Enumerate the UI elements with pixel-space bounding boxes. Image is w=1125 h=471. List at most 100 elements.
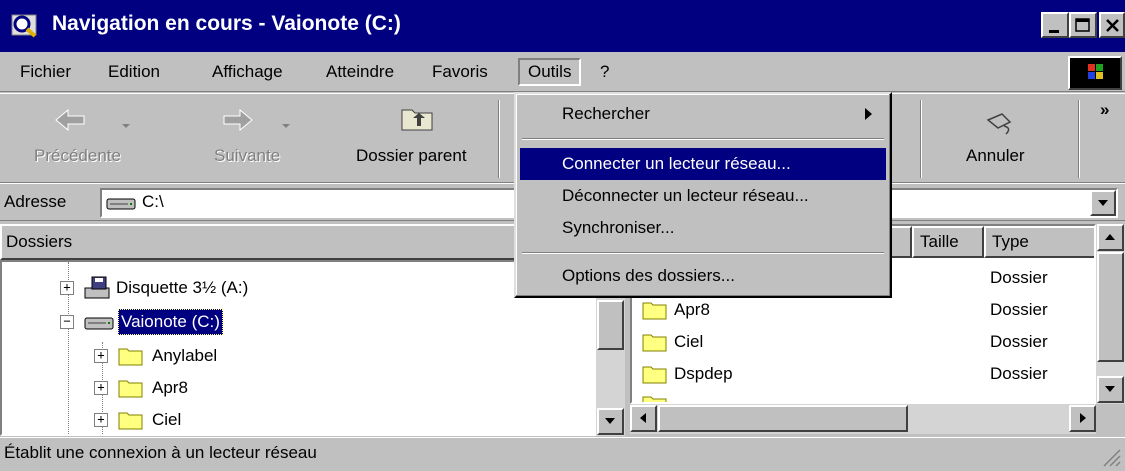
folder-icon	[118, 348, 143, 366]
expand-icon[interactable]: +	[94, 349, 108, 363]
collapse-icon[interactable]: −	[60, 315, 74, 329]
windows-logo	[1068, 56, 1122, 90]
menu-item-options-dossiers[interactable]: Options des dossiers...	[520, 260, 886, 292]
status-text: Établit une connexion à un lecteur résea…	[4, 443, 317, 462]
scroll-thumb[interactable]	[658, 405, 908, 432]
forward-dropdown-icon[interactable]	[280, 122, 292, 130]
chevron-down-icon	[1098, 200, 1108, 206]
scroll-left-button[interactable]	[630, 405, 657, 432]
undo-button[interactable]: Annuler	[932, 98, 1068, 178]
menu-item-synchroniser[interactable]: Synchroniser...	[520, 212, 886, 244]
list-item[interactable]: Apr8 Dossier	[632, 294, 1094, 326]
column-header-type[interactable]: Type	[984, 226, 1094, 258]
menu-separator	[522, 138, 884, 140]
folder-icon	[642, 334, 667, 352]
parent-folder-button[interactable]: Dossier parent	[346, 98, 488, 178]
parent-folder-label: Dossier parent	[356, 146, 467, 165]
status-bar: Établit une connexion à un lecteur résea…	[0, 437, 1125, 471]
back-button[interactable]: Précédente	[8, 98, 158, 178]
menu-favoris[interactable]: Favoris	[424, 58, 496, 86]
menu-item-connecter-lecteur[interactable]: Connecter un lecteur réseau...	[520, 148, 886, 180]
menu-fichier-label: Fichier	[20, 62, 72, 81]
scroll-thumb[interactable]	[597, 300, 624, 350]
file-list-hscrollbar[interactable]	[630, 404, 1096, 434]
menu-favoris-label: Favoris	[432, 62, 488, 81]
maximize-icon	[1075, 18, 1090, 32]
menu-item-label: Connecter un lecteur réseau...	[562, 154, 791, 173]
forward-button[interactable]: Suivante	[176, 98, 300, 178]
menu-item-label: Options des dossiers...	[562, 266, 735, 285]
menu-item-label: Rechercher	[562, 104, 650, 123]
menu-help[interactable]: ?	[592, 58, 617, 86]
explorer-window-icon[interactable]	[10, 12, 40, 43]
list-item-type: Dossier	[990, 364, 1048, 383]
menu-edition-label: Edition	[108, 62, 160, 81]
resize-grip-icon[interactable]	[1100, 446, 1122, 468]
scroll-thumb[interactable]	[1097, 252, 1124, 362]
chevron-down-icon	[1105, 386, 1115, 392]
menu-bar: Fichier Edition Affichage Atteindre Favo…	[0, 52, 1125, 92]
scroll-down-button[interactable]	[597, 408, 624, 435]
address-dropdown-button[interactable]	[1090, 190, 1116, 216]
menu-item-deconnecter-lecteur[interactable]: Déconnecter un lecteur réseau...	[520, 180, 886, 212]
expand-icon[interactable]: +	[94, 381, 108, 395]
menu-item-label: Déconnecter un lecteur réseau...	[562, 186, 809, 205]
folder-icon	[642, 366, 667, 384]
list-item-type: Dossier	[990, 300, 1048, 319]
toolbar-more-button[interactable]: »	[1100, 100, 1109, 120]
back-dropdown-icon[interactable]	[120, 122, 132, 130]
expand-icon[interactable]: +	[94, 413, 108, 427]
close-button[interactable]	[1099, 12, 1125, 38]
tree-item-label: Anylabel	[152, 346, 218, 365]
list-item-name: Apr8	[674, 300, 710, 319]
menu-outils[interactable]: Outils	[518, 58, 582, 86]
tree-item-label: Ciel	[152, 410, 182, 429]
address-label: Adresse	[4, 192, 67, 211]
menu-outils-label: Outils	[528, 62, 572, 81]
parent-folder-icon	[401, 109, 433, 131]
folder-icon	[642, 302, 667, 320]
file-list-scrollbar[interactable]	[1096, 224, 1125, 404]
expand-icon[interactable]: +	[60, 281, 74, 295]
list-item-name: Dspdep	[674, 364, 733, 383]
undo-icon	[986, 113, 1012, 135]
tree-item-label: Apr8	[152, 378, 188, 397]
menu-edition[interactable]: Edition	[100, 58, 168, 86]
hard-drive-icon	[84, 317, 114, 330]
tree-item-label-selected: Vaionote (C:)	[118, 309, 223, 335]
windows-logo-icon	[1088, 64, 1103, 79]
menu-fichier[interactable]: Fichier	[12, 58, 79, 86]
resize-corner[interactable]	[1096, 404, 1125, 434]
list-item-type: Dossier	[990, 332, 1048, 351]
scroll-right-button[interactable]	[1069, 405, 1096, 432]
menu-affichage-label: Affichage	[212, 62, 283, 81]
list-item[interactable]: Ciel Dossier	[632, 326, 1094, 358]
scroll-up-button[interactable]	[1097, 224, 1124, 251]
scroll-down-button[interactable]	[1097, 376, 1124, 403]
list-item-name: Ciel	[674, 332, 704, 351]
toolbar-separator	[920, 100, 922, 178]
menu-atteindre-label: Atteindre	[326, 62, 395, 81]
menu-help-label: ?	[600, 62, 610, 81]
column-header-size[interactable]: Taille	[912, 226, 984, 258]
minimize-button[interactable]	[1041, 12, 1069, 38]
list-item[interactable]: Dspdep Dossier	[632, 358, 1094, 390]
menu-separator	[522, 252, 884, 254]
menu-atteindre[interactable]: Atteindre	[318, 58, 402, 86]
toolbar-separator	[498, 100, 500, 178]
column-header-size-label: Taille	[920, 232, 959, 251]
close-icon	[1106, 19, 1119, 32]
menu-item-rechercher[interactable]: Rechercher	[520, 98, 886, 130]
folder-tree[interactable]: + Disquette 3½ (A:) − Vaionote (C:) + An…	[0, 260, 600, 436]
tree-item-label: Disquette 3½ (A:)	[116, 278, 249, 297]
maximize-button[interactable]	[1069, 12, 1097, 38]
window-title: Navigation en cours - Vaionote (C:)	[52, 12, 401, 35]
hard-drive-icon	[106, 198, 136, 210]
forward-arrow-icon	[223, 108, 253, 132]
folder-icon	[642, 396, 667, 402]
floppy-drive-icon	[84, 276, 110, 299]
list-item[interactable]	[632, 390, 1094, 402]
title-bar[interactable]: Navigation en cours - Vaionote (C:)	[0, 0, 1125, 52]
chevron-up-icon	[1105, 234, 1115, 240]
menu-affichage[interactable]: Affichage	[204, 58, 291, 86]
